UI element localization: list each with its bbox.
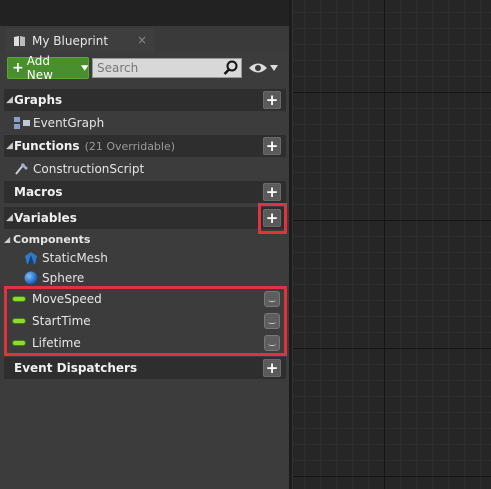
component-item-staticmesh[interactable]: StaticMesh: [23, 248, 108, 268]
collapse-arrow-icon[interactable]: ◢: [4, 235, 13, 244]
eye-icon: [249, 63, 267, 73]
section-label: Variables: [14, 211, 77, 225]
section-graphs[interactable]: ◢ Graphs +: [4, 89, 286, 111]
plus-icon: +: [265, 182, 279, 201]
chevron-down-icon: [80, 65, 88, 71]
overridable-count: (21 Overridable): [84, 139, 176, 153]
search-box[interactable]: [92, 58, 242, 78]
components-category[interactable]: ◢ Components: [4, 231, 90, 247]
plus-icon: +: [265, 136, 279, 155]
section-functions[interactable]: ◢ Functions (21 Overridable) +: [4, 135, 286, 157]
collapse-arrow-icon[interactable]: ◢: [6, 213, 14, 223]
search-icon[interactable]: [223, 60, 239, 76]
graph-editor-canvas[interactable]: [293, 0, 491, 489]
add-new-label: Add New: [26, 54, 53, 82]
item-label: Sphere: [42, 271, 85, 285]
component-item-sphere[interactable]: Sphere: [23, 268, 84, 288]
category-label: Components: [13, 232, 91, 246]
item-label: StaticMesh: [42, 251, 108, 265]
add-macro-button[interactable]: +: [263, 183, 281, 201]
highlight-variables: [4, 286, 287, 356]
highlight-add-variable: [258, 203, 287, 234]
view-options-button[interactable]: [248, 58, 278, 78]
item-label: EventGraph: [33, 116, 105, 130]
section-variables[interactable]: ◢ Variables +: [4, 207, 286, 229]
tab-title: My Blueprint: [32, 33, 109, 48]
add-function-button[interactable]: +: [263, 137, 281, 155]
section-macros[interactable]: Macros +: [4, 181, 286, 203]
plus-icon: +: [265, 90, 279, 109]
panel-top-strip: [0, 0, 289, 26]
collapse-arrow-icon[interactable]: ◢: [6, 141, 14, 151]
plus-icon: +: [12, 60, 24, 76]
collapse-arrow-icon[interactable]: ◢: [6, 95, 14, 105]
add-graph-button[interactable]: +: [263, 91, 281, 109]
item-label: ConstructionScript: [33, 162, 145, 176]
function-icon: [14, 162, 30, 176]
section-label: Event Dispatchers: [14, 361, 138, 375]
section-label: Graphs: [14, 93, 63, 107]
section-event-dispatchers[interactable]: Event Dispatchers +: [4, 357, 286, 379]
book-icon: [14, 35, 25, 46]
sphere-icon: [23, 271, 39, 285]
tab-close-icon[interactable]: ×: [137, 33, 147, 47]
tab-my-blueprint[interactable]: My Blueprint ×: [5, 28, 155, 53]
search-input[interactable]: [97, 61, 223, 75]
function-item-constructionscript[interactable]: ConstructionScript: [14, 159, 144, 179]
add-event-dispatcher-button[interactable]: +: [263, 359, 281, 377]
graph-item-eventgraph[interactable]: EventGraph: [14, 113, 104, 133]
section-label: Macros: [14, 185, 63, 199]
section-label: Functions: [14, 139, 80, 153]
plus-icon: +: [265, 358, 279, 377]
chevron-down-icon: [270, 65, 278, 71]
static-mesh-icon: [23, 251, 39, 265]
add-new-button[interactable]: + Add New: [7, 54, 89, 82]
toolbar: + Add New: [7, 54, 282, 82]
event-graph-icon: [14, 116, 30, 130]
